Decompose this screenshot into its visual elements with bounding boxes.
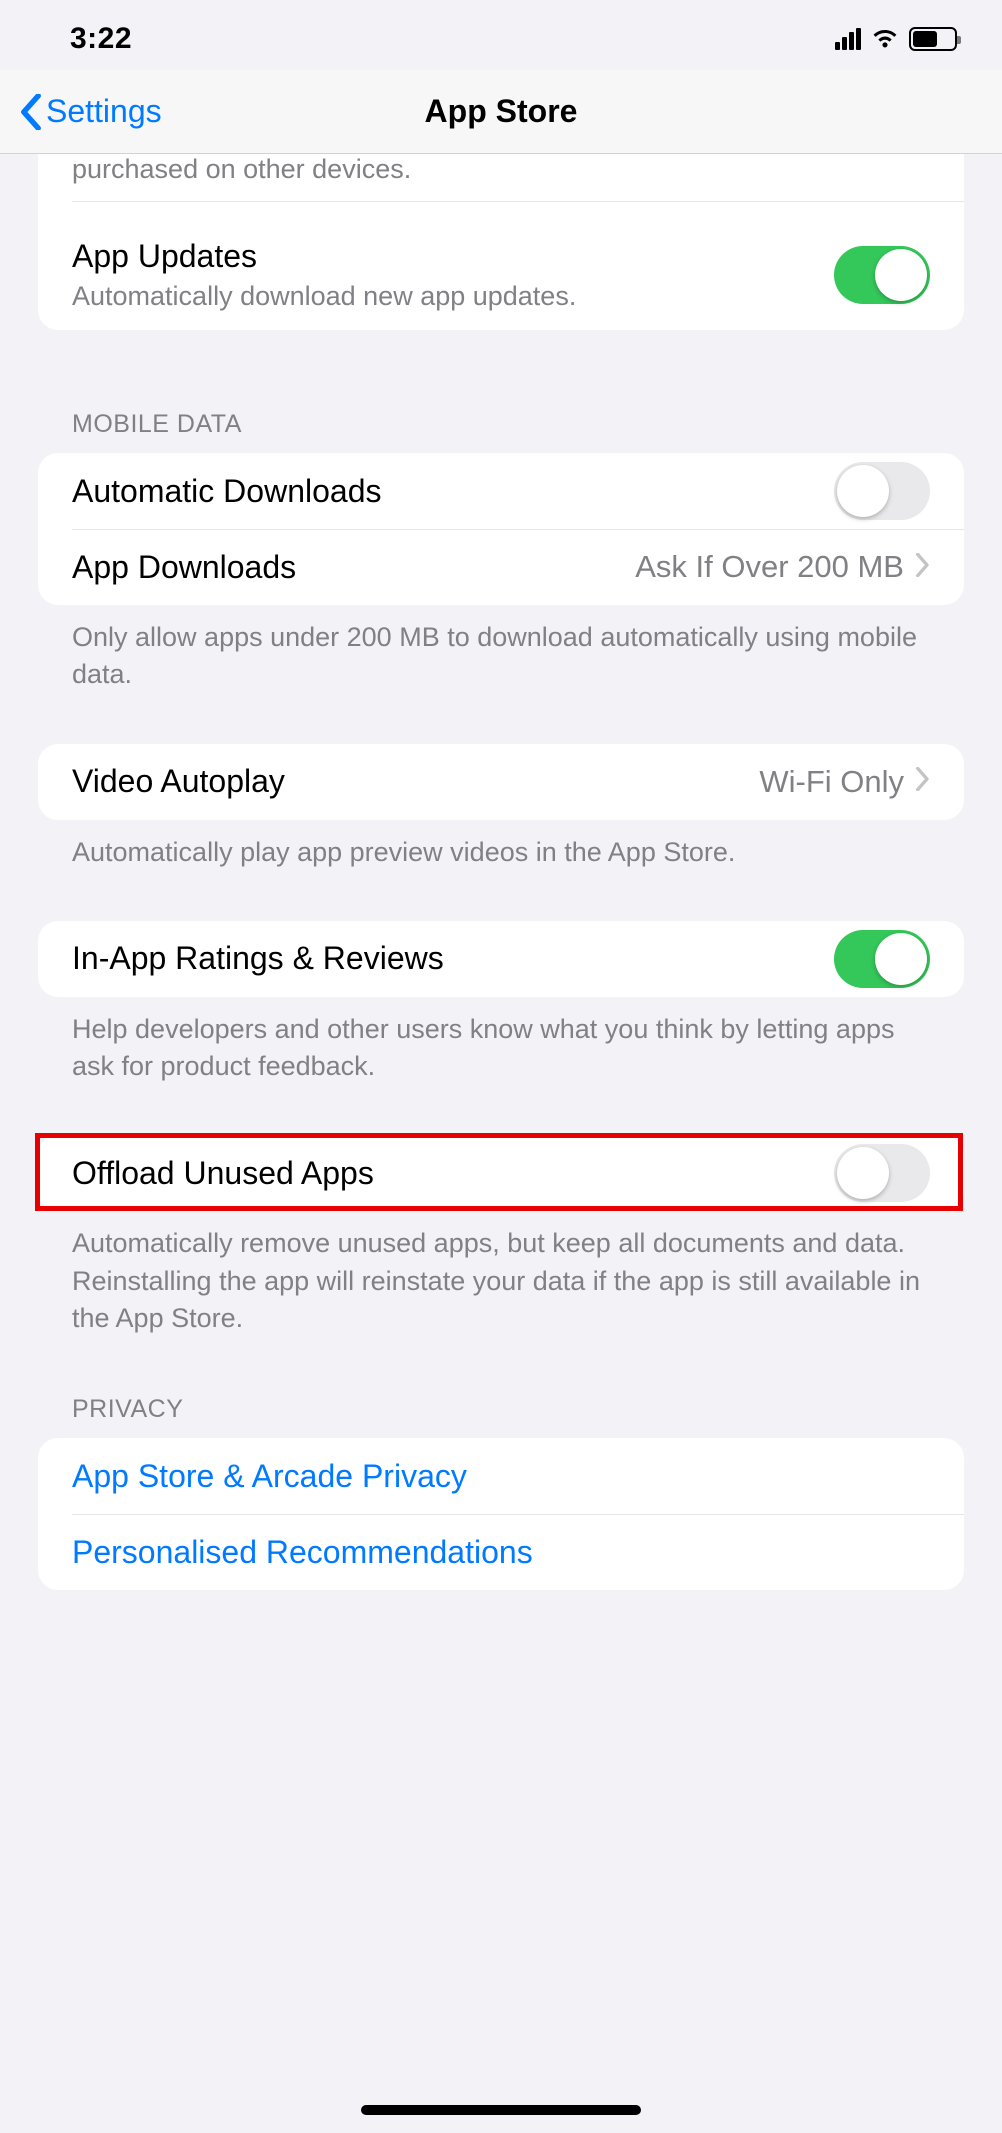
ratings-title: In-App Ratings & Reviews (72, 940, 444, 977)
automatic-downloads-title: Automatic Downloads (72, 473, 381, 510)
cellular-signal-icon (835, 28, 861, 50)
chevron-right-icon (916, 553, 930, 582)
offload-title: Offload Unused Apps (72, 1155, 374, 1192)
previous-row-footer: purchased on other devices. (38, 154, 964, 220)
privacy-appstore-row[interactable]: App Store & Arcade Privacy (38, 1438, 964, 1514)
offload-group: Offload Unused Apps (38, 1135, 964, 1211)
video-autoplay-value: Wi-Fi Only (759, 764, 904, 800)
app-updates-subtitle: Automatically download new app updates. (72, 281, 834, 312)
chevron-left-icon (20, 94, 42, 130)
navigation-bar: Settings App Store (0, 70, 1002, 154)
video-autoplay-row[interactable]: Video Autoplay Wi-Fi Only (38, 744, 964, 820)
back-label: Settings (46, 93, 162, 130)
status-time: 3:22 (70, 22, 132, 56)
privacy-appstore-title: App Store & Arcade Privacy (72, 1458, 467, 1495)
offload-toggle[interactable] (834, 1144, 930, 1202)
automatic-downloads-group: purchased on other devices. App Updates … (38, 154, 964, 330)
privacy-recommendations-row[interactable]: Personalised Recommendations (38, 1514, 964, 1590)
privacy-recommendations-title: Personalised Recommendations (72, 1534, 533, 1571)
app-downloads-value: Ask If Over 200 MB (635, 549, 904, 585)
status-bar: 3:22 (0, 0, 1002, 70)
mobile-data-header: MOBILE DATA (72, 410, 930, 439)
status-icons (835, 22, 957, 56)
battery-icon (909, 27, 957, 51)
automatic-downloads-toggle[interactable] (834, 462, 930, 520)
offload-row[interactable]: Offload Unused Apps (38, 1135, 964, 1211)
home-indicator[interactable] (361, 2105, 641, 2115)
privacy-header: PRIVACY (72, 1395, 930, 1424)
ratings-row[interactable]: In-App Ratings & Reviews (38, 921, 964, 997)
automatic-downloads-row[interactable]: Automatic Downloads (38, 453, 964, 529)
app-updates-toggle[interactable] (834, 246, 930, 304)
app-updates-title: App Updates (72, 238, 834, 275)
app-updates-row[interactable]: App Updates Automatically download new a… (38, 220, 964, 330)
video-autoplay-group: Video Autoplay Wi-Fi Only (38, 744, 964, 820)
privacy-group: App Store & Arcade Privacy Personalised … (38, 1438, 964, 1590)
back-button[interactable]: Settings (20, 93, 162, 130)
chevron-right-icon (916, 767, 930, 796)
app-downloads-row[interactable]: App Downloads Ask If Over 200 MB (38, 529, 964, 605)
wifi-icon (871, 22, 899, 56)
offload-footer: Automatically remove unused apps, but ke… (72, 1225, 930, 1337)
app-downloads-title: App Downloads (72, 549, 296, 586)
ratings-footer: Help developers and other users know wha… (72, 1011, 930, 1086)
ratings-toggle[interactable] (834, 930, 930, 988)
mobile-data-footer: Only allow apps under 200 MB to download… (72, 619, 930, 694)
ratings-group: In-App Ratings & Reviews (38, 921, 964, 997)
video-autoplay-footer: Automatically play app preview videos in… (72, 834, 930, 871)
mobile-data-group: Automatic Downloads App Downloads Ask If… (38, 453, 964, 605)
video-autoplay-title: Video Autoplay (72, 763, 285, 800)
